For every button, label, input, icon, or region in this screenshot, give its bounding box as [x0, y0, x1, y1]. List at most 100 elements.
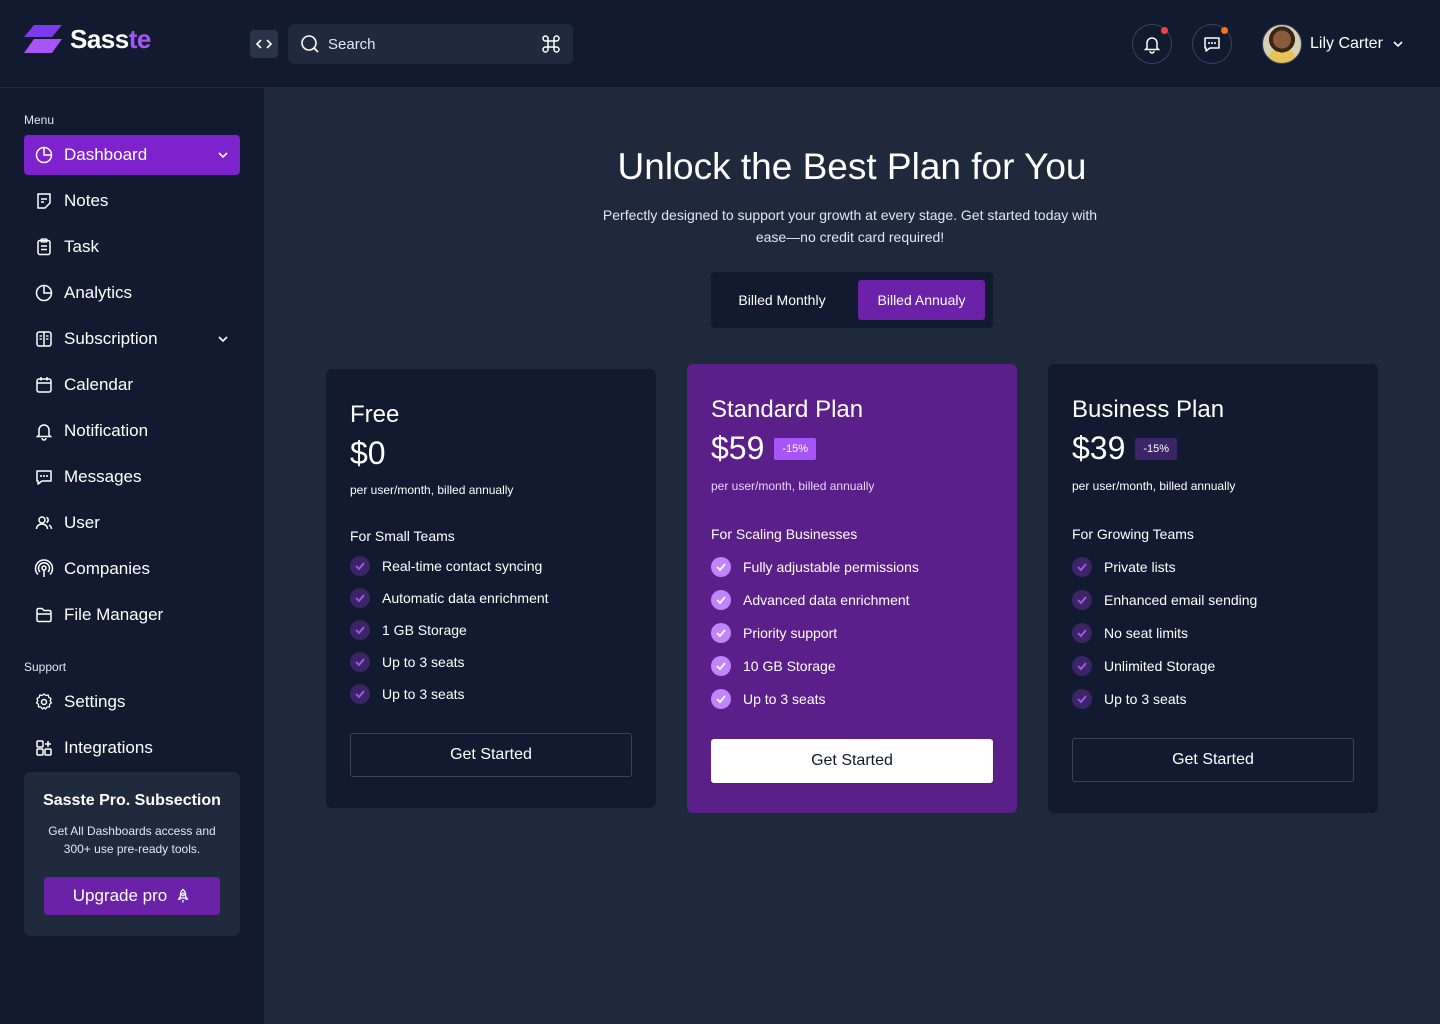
sidebar-item-analytics[interactable]: Analytics: [24, 273, 240, 313]
feature-text: Automatic data enrichment: [382, 590, 549, 606]
check-circle-icon: [711, 589, 731, 610]
feature-item: 1 GB Storage: [350, 614, 549, 646]
page-subtitle: Perfectly designed to support your growt…: [602, 207, 1098, 245]
search-bar[interactable]: [288, 24, 573, 64]
check-circle-icon: [350, 684, 370, 704]
plan-name: Standard Plan: [711, 396, 864, 423]
feature-text: 1 GB Storage: [382, 622, 467, 638]
sidebar-item-companies[interactable]: Companies: [24, 549, 240, 589]
sidebar-item-settings[interactable]: Settings: [24, 682, 240, 722]
sidebar-item-label: Dashboard: [64, 145, 148, 164]
plan-price: $59: [711, 430, 765, 466]
feature-item: Up to 3 seats: [350, 678, 549, 710]
page-title: Unlock the Best Plan for You: [617, 146, 1087, 187]
messages-button[interactable]: [1192, 24, 1232, 64]
check-circle-icon: [1072, 622, 1092, 643]
sidebar-item-notes[interactable]: Notes: [24, 181, 240, 221]
billed-monthly-tab[interactable]: Billed Monthly: [719, 280, 845, 320]
app-logo[interactable]: Sasste: [24, 24, 151, 55]
bell-icon: [35, 424, 53, 441]
feature-item: Enhanced email sending: [1072, 583, 1257, 616]
discount-badge: -15%: [1135, 437, 1178, 460]
code-toggle-icon: [256, 39, 272, 49]
check-circle-icon: [350, 620, 370, 640]
get-started-button[interactable]: Get Started: [1072, 738, 1354, 782]
apps-icon: [36, 740, 52, 756]
sidebar-item-dashboard[interactable]: Dashboard: [24, 135, 240, 175]
promo-text: Get All Dashboards access and 300+ use p…: [48, 824, 216, 856]
sidebar-toggle-button[interactable]: [250, 30, 278, 58]
feature-item: 10 GB Storage: [711, 649, 919, 682]
chevron-down-icon: [218, 152, 228, 159]
feature-list: Private lists Enhanced email sending No …: [1072, 550, 1257, 715]
folder-icon: [36, 607, 52, 623]
user-menu[interactable]: Lily Carter: [1262, 24, 1405, 64]
sidebar-item-subscription[interactable]: Subscription: [24, 319, 240, 359]
check-circle-icon: [1072, 655, 1092, 676]
feature-item: Priority support: [711, 616, 919, 649]
grid-book-icon: [36, 331, 52, 347]
feature-item: Private lists: [1072, 550, 1257, 583]
sidebar-item-integrations[interactable]: Integrations: [24, 728, 240, 768]
chevron-down-icon: [218, 336, 228, 343]
upgrade-pro-button[interactable]: Upgrade pro: [44, 877, 220, 915]
feature-text: Fully adjustable permissions: [743, 558, 919, 575]
rocket-icon: [177, 888, 189, 903]
avatar: [1262, 24, 1302, 64]
plan-audience: For Small Teams: [350, 528, 455, 544]
feature-text: 10 GB Storage: [743, 657, 836, 674]
sidebar-item-task[interactable]: Task: [24, 227, 240, 267]
feature-item: Real-time contact syncing: [350, 550, 549, 582]
discount-badge: -15%: [774, 437, 817, 460]
sidebar-item-label: Analytics: [64, 283, 133, 302]
calendar-icon: [36, 377, 52, 393]
pricing-card-standard: Standard Plan $59 -15% per user/month, b…: [687, 364, 1017, 813]
price-row: $59 -15%: [711, 430, 817, 467]
check-circle-icon: [350, 652, 370, 672]
check-circle-icon: [711, 622, 731, 643]
sidebar-item-notification[interactable]: Notification: [24, 411, 240, 451]
feature-text: Up to 3 seats: [382, 686, 465, 702]
check-circle-icon: [711, 655, 731, 676]
plan-audience: For Scaling Businesses: [711, 526, 858, 542]
search-input[interactable]: [328, 35, 541, 53]
feature-text: Up to 3 seats: [1104, 690, 1187, 707]
pricing-card-business: Business Plan $39 -15% per user/month, b…: [1048, 364, 1378, 813]
note-icon: [37, 193, 51, 209]
logo-mark-icon: [24, 24, 62, 53]
feature-list: Real-time contact syncing Automatic data…: [350, 550, 549, 710]
check-circle-icon: [711, 688, 731, 709]
feature-text: No seat limits: [1104, 624, 1189, 641]
sidebar-item-label: User: [64, 513, 100, 532]
notification-button[interactable]: [1132, 24, 1172, 64]
feature-list: Fully adjustable permissions Advanced da…: [711, 550, 919, 715]
chat-icon: [1204, 37, 1220, 52]
check-circle-icon: [350, 556, 370, 576]
sidebar-item-calendar[interactable]: Calendar: [24, 365, 240, 405]
pie-chart-icon: [35, 146, 53, 164]
broadcast-icon: [34, 559, 54, 577]
sidebar-item-file-manager[interactable]: File Manager: [24, 595, 240, 635]
plan-period: per user/month, billed annually: [350, 483, 514, 497]
get-started-button[interactable]: Get Started: [711, 739, 993, 783]
check-circle-icon: [1072, 589, 1092, 610]
user-name: Lily Carter: [1310, 35, 1383, 52]
get-started-button[interactable]: Get Started: [350, 733, 632, 777]
plan-price: $39: [1072, 430, 1126, 466]
support-label: Support: [24, 660, 67, 674]
app-name: Sasste: [70, 24, 151, 54]
sidebar: Menu Dashboard Notes Task Analytics Subs…: [0, 88, 264, 1024]
chat-icon: [36, 470, 52, 485]
top-header: Sasste Lily Carter: [0, 0, 1440, 88]
billed-annually-tab[interactable]: Billed Annualy: [858, 280, 985, 320]
check-circle-icon: [711, 556, 731, 577]
sidebar-item-label: Calendar: [64, 375, 133, 394]
sidebar-item-messages[interactable]: Messages: [24, 457, 240, 497]
plan-name: Free: [350, 401, 400, 428]
feature-text: Real-time contact syncing: [382, 558, 543, 574]
feature-text: Up to 3 seats: [743, 690, 826, 707]
feature-text: Private lists: [1104, 558, 1176, 575]
search-icon: [301, 35, 319, 53]
sidebar-item-user[interactable]: User: [24, 503, 240, 543]
menu-label: Menu: [24, 113, 55, 127]
